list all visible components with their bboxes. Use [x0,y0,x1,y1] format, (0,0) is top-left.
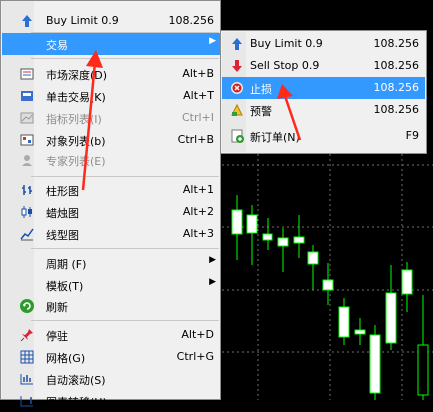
bar-chart-icon [22,185,32,195]
submenu-item-label: 新订单(N) [250,131,300,144]
menu-item-expert-list[interactable]: 专家列表(E) [2,149,220,171]
menu-item-price: 108.256 [168,14,215,27]
submenu-arrow-icon: ▶ [209,36,216,46]
submenu-item-stop-loss[interactable]: 止损 108.256 [222,77,425,99]
menu-item-label: 蜡烛图 [46,207,79,220]
menu-item-shortcut: Ctrl+I [181,111,214,124]
menu-item-label: 市场深度(D) [46,69,108,82]
menu-item-label: 单击交易(K) [46,91,106,104]
menu-item-grid[interactable]: 网格(G) Ctrl+G [2,346,220,368]
menu-item-label: 图表转移(H) [46,396,107,409]
menu-item-candlestick[interactable]: 蜡烛图 Alt+2 [2,201,220,223]
new-order-icon [231,129,244,143]
menu-item-label: 自动滚动(S) [46,374,106,387]
indicator-list-icon [20,112,34,124]
submenu-item-price: 108.256 [373,81,420,94]
menu-item-market-depth[interactable]: 市场深度(D) Alt+B [2,63,220,85]
menu-item-template[interactable]: 模板(T) ▶ [2,274,220,296]
menu-divider [31,58,219,59]
buy-limit-icon [232,38,242,50]
menu-item-one-click-trade[interactable]: 单击交易(K) Alt+T [2,85,220,107]
submenu-item-price: 108.256 [373,37,420,50]
grid-icon [20,350,34,364]
menu-item-label: 网格(G) [46,352,86,365]
menu-item-shortcut: Ctrl+B [177,133,214,146]
menu-item-label: 周期 (F) [46,258,87,271]
menu-item-trade[interactable]: 交易 ▶ [2,33,220,55]
submenu-arrow-icon: ▶ [209,277,216,287]
menu-item-label: 停驻 [46,330,68,343]
expert-list-icon [22,155,32,166]
candlestick-icon [21,206,32,218]
submenu-item-label: 预警 [250,105,272,118]
menu-divider [31,176,219,177]
menu-item-refresh[interactable]: 刷新 [2,295,220,317]
menu-item-label: 模板(T) [46,280,84,293]
menu-divider [31,320,219,321]
menu-item-shortcut: Alt+B [182,67,214,80]
menu-item-label: 线型图 [46,229,79,242]
auto-scroll-icon [20,374,33,385]
menu-item-object-list[interactable]: 对象列表(b) Ctrl+B [2,129,220,151]
menu-item-label: 对象列表(b) [46,135,106,148]
menu-item-shortcut: Alt+1 [182,183,214,196]
pin-icon [20,329,33,342]
menu-item-line-chart[interactable]: 线型图 Alt+3 [2,223,220,245]
submenu-item-label: 止损 [250,83,272,96]
object-list-icon [20,134,34,146]
refresh-icon [20,299,34,313]
menu-item-dock[interactable]: 停驻 Alt+D [2,324,220,346]
menu-item-shortcut: Alt+D [181,328,214,341]
submenu-item-sell-stop[interactable]: Sell Stop 0.9 108.256 [222,55,425,77]
line-chart-icon [20,228,34,241]
menu-item-shortcut: Alt+T [183,89,214,102]
sell-stop-icon [232,60,242,72]
menu-item-shortcut: Alt+2 [182,205,214,218]
menu-item-shortcut: Alt+3 [182,227,214,240]
chart-context-menu: Buy Limit 0.9 108.256 交易 ▶ 市场深度(D) Alt+B… [0,0,221,409]
menu-item-auto-scroll[interactable]: 自动滚动(S) [2,368,220,390]
menu-item-label: Buy Limit 0.9 [46,14,119,27]
one-click-trade-icon [21,91,33,101]
submenu-item-buy-limit[interactable]: Buy Limit 0.9 108.256 [222,33,425,55]
menu-item-chart-shift[interactable]: 图表转移(H) [2,390,220,412]
menu-item-bar-chart[interactable]: 柱形图 Alt+1 [2,179,220,201]
stop-loss-icon [231,82,243,94]
menu-divider [31,248,219,249]
menu-item-label: 专家列表(E) [46,155,106,168]
menu-item-period[interactable]: 周期 (F) ▶ [2,252,220,274]
submenu-item-alert[interactable]: 预警 108.256 [222,99,425,121]
menu-item-buy-limit[interactable]: Buy Limit 0.9 108.256 [2,10,220,32]
submenu-item-shortcut: F9 [405,129,419,142]
menu-item-indicator-list[interactable]: 指标列表(I) Ctrl+I [2,107,220,129]
trade-submenu: Buy Limit 0.9 108.256 Sell Stop 0.9 108.… [220,30,427,154]
menu-item-label: 刷新 [46,301,68,314]
submenu-item-label: Sell Stop 0.9 [250,59,320,72]
submenu-item-new-order[interactable]: 新订单(N) F9 [222,125,425,147]
market-depth-icon [20,68,34,80]
alert-icon [231,103,243,116]
menu-item-label: 柱形图 [46,185,79,198]
chart-shift-icon [20,396,33,407]
buy-limit-icon [22,15,32,27]
submenu-item-label: Buy Limit 0.9 [250,37,323,50]
submenu-item-price: 108.256 [373,59,420,72]
menu-item-label: 交易 [46,39,68,52]
submenu-item-price: 108.256 [373,103,420,116]
menu-item-shortcut: Ctrl+G [176,350,214,363]
menu-item-label: 指标列表(I) [46,113,102,126]
submenu-arrow-icon: ▶ [209,255,216,265]
